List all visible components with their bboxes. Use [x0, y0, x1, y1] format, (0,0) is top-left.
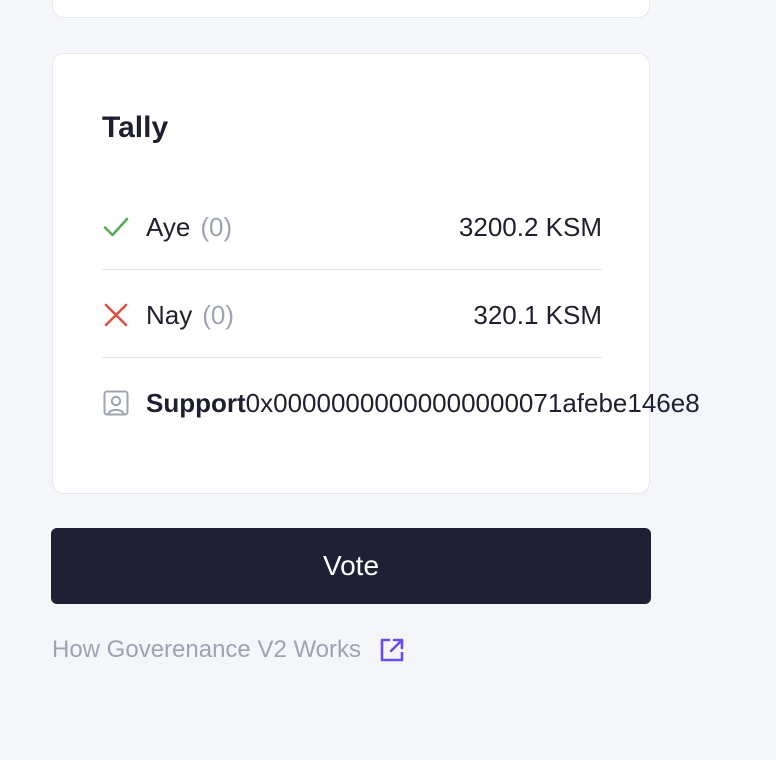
previous-card	[52, 0, 650, 18]
external-link-icon[interactable]	[379, 637, 405, 663]
nay-value: 320.1 KSM	[473, 299, 602, 330]
support-label: Support	[146, 387, 246, 418]
vote-button[interactable]: Vote	[51, 528, 651, 604]
nay-label: Nay	[146, 299, 193, 330]
how-governance-works-label: How Goverenance V2 Works	[52, 636, 362, 663]
aye-value: 3200.2 KSM	[458, 211, 602, 242]
how-governance-works-link[interactable]: How Goverenance V2 Works	[52, 636, 405, 664]
aye-label: Aye	[146, 211, 191, 242]
nay-count: (0)	[202, 299, 235, 330]
tally-row-nay: Nay (0) 320.1 KSM	[102, 295, 602, 335]
divider	[102, 269, 602, 270]
user-portrait-icon	[102, 389, 130, 417]
close-icon	[102, 301, 130, 329]
aye-count: (0)	[200, 211, 233, 242]
check-icon	[102, 213, 130, 241]
tally-card: Tally Aye (0) 3200.2 KSM Nay (0) 320.1 K…	[52, 53, 700, 494]
support-value: 0x00000000000000000071afebe146e8	[245, 387, 700, 418]
tally-row-support: Support 0x00000000000000000071afebe146e8	[102, 383, 776, 423]
tally-row-aye: Aye (0) 3200.2 KSM	[102, 207, 602, 247]
divider	[102, 357, 602, 358]
tally-title: Tally	[102, 111, 169, 144]
